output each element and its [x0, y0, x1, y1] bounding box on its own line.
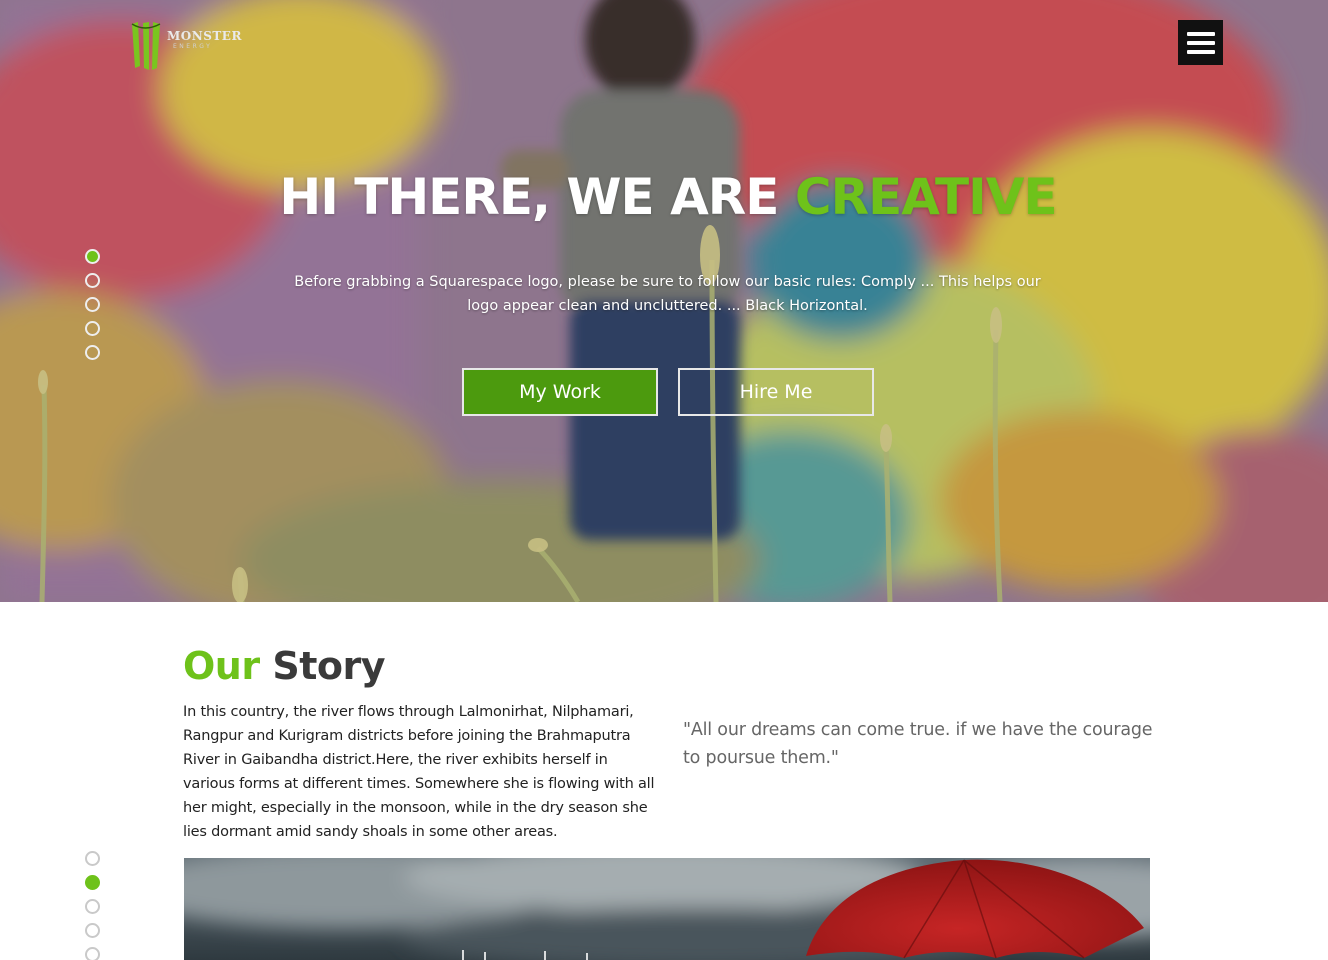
story-image [184, 858, 1150, 960]
hero-slide-pagination [85, 249, 100, 360]
hero-description: Before grabbing a Squarespace logo, plea… [294, 274, 1041, 314]
brand-logo[interactable]: MONSTER ENERGY [129, 18, 249, 72]
story-quote: "All our dreams can come true. if we hav… [683, 720, 1153, 768]
slide-dot-3[interactable] [85, 297, 100, 312]
hamburger-icon-bar [1186, 40, 1215, 45]
hamburger-icon-bar [1186, 49, 1215, 54]
hamburger-menu-button[interactable] [1178, 20, 1223, 65]
slide-dot-5[interactable] [85, 345, 100, 360]
story-slide-pagination [85, 851, 100, 960]
monster-claw-icon [131, 22, 161, 70]
logo-wordmark: MONSTER [167, 29, 242, 43]
story-title-main: Story [272, 644, 385, 688]
logo-subtitle: ENERGY [173, 43, 213, 50]
my-work-button[interactable]: My Work [462, 368, 658, 416]
hire-me-button[interactable]: Hire Me [678, 368, 874, 416]
slide-dot-2[interactable] [85, 875, 100, 890]
hero-title-accent: CREATIVE [794, 168, 1058, 226]
story-title-accent: Our [183, 644, 260, 688]
hero-section: MONSTER ENERGY HI THERE, WE ARE CREATIVE… [0, 0, 1328, 602]
story-body: In this country, the river flows through… [183, 704, 655, 840]
hero-title-main: HI THERE, WE ARE [279, 168, 795, 226]
slide-dot-5[interactable] [85, 947, 100, 960]
hero-title: HI THERE, WE ARE CREATIVE [0, 168, 1328, 226]
story-title: Our Story [183, 644, 385, 688]
slide-dot-2[interactable] [85, 273, 100, 288]
slide-dot-4[interactable] [85, 321, 100, 336]
slide-dot-3[interactable] [85, 899, 100, 914]
slide-dot-1[interactable] [85, 851, 100, 866]
slide-dot-4[interactable] [85, 923, 100, 938]
hamburger-icon-bar [1186, 31, 1215, 36]
slide-dot-1[interactable] [85, 249, 100, 264]
